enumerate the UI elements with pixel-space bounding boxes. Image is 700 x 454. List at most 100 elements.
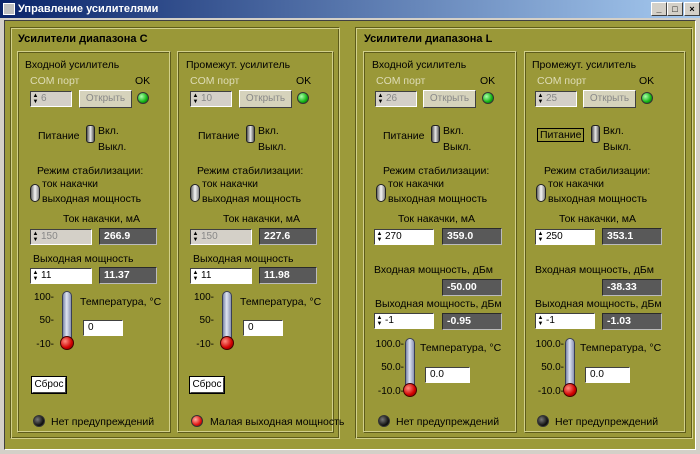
ok-led	[641, 92, 653, 104]
output-power-label: Выходная мощность	[33, 253, 134, 265]
power-switch[interactable]	[591, 125, 600, 143]
window-title: Управление усилителями	[18, 3, 159, 15]
power-off-label: Выкл.	[603, 141, 632, 153]
open-button[interactable]: Открыть	[423, 90, 476, 108]
mode-outpow-label: выходная мощность	[548, 193, 648, 205]
mode-label: Режим стабилизации:	[544, 165, 651, 177]
thermo-tick-minus10: -10.0-	[377, 386, 404, 397]
temperature-label: Температура, °С	[240, 296, 322, 308]
input-power-display: -50.00	[442, 279, 502, 296]
app-icon	[3, 3, 15, 15]
temperature-value: 0	[243, 320, 283, 336]
close-button[interactable]: ×	[684, 2, 700, 16]
power-on-label: Вкл.	[258, 125, 279, 137]
thermo-tick-50: 50.0-	[381, 362, 404, 373]
thermometer	[62, 291, 72, 339]
reset-button[interactable]: Сброс	[190, 377, 224, 393]
mode-pump-label: ток накачки	[548, 178, 605, 190]
open-button[interactable]: Открыть	[583, 90, 636, 108]
mode-switch[interactable]	[536, 184, 546, 202]
mode-pump-label: ток накачки	[388, 178, 445, 190]
status-text: Нет предупреждений	[396, 416, 500, 428]
status-text: Нет предупреждений	[555, 416, 659, 428]
output-power-spinner[interactable]: ▲ ▼ -1	[535, 313, 595, 329]
mode-label: Режим стабилизации:	[383, 165, 490, 177]
output-power-spinner[interactable]: ▲ ▼ 11	[30, 268, 92, 284]
output-power-label: Выходная мощность	[193, 253, 294, 265]
thermo-tick-minus10: -10.0-	[537, 386, 564, 397]
com-port-label: COM порт	[537, 75, 587, 87]
thermo-tick-minus10: -10-	[196, 339, 214, 350]
reset-button[interactable]: Сброс	[32, 377, 66, 393]
input-power-label: Входная мощность, дБм	[374, 264, 493, 276]
com-port-label: COM порт	[376, 75, 426, 87]
power-off-label: Выкл.	[98, 141, 127, 153]
power-switch[interactable]	[431, 125, 440, 143]
power-switch[interactable]	[246, 125, 255, 143]
group-band-c-title: Усилители диапазона C	[18, 33, 148, 45]
power-label: Питание	[198, 130, 240, 142]
com-port-spinner[interactable]: ▲ ▼ 26	[375, 91, 417, 107]
panel-title: Промежут. усилитель	[532, 59, 637, 71]
temperature-label: Температура, °С	[580, 342, 662, 354]
com-port-spinner[interactable]: ▲ ▼ 25	[535, 91, 577, 107]
com-port-spinner[interactable]: ▲ ▼ 6	[30, 91, 72, 107]
thermo-tick-50: 50.0-	[541, 362, 564, 373]
temperature-value: 0.0	[585, 367, 630, 383]
output-power-spinner[interactable]: ▲ ▼ -1	[374, 313, 434, 329]
status-led	[378, 415, 390, 427]
open-button[interactable]: Открыть	[79, 90, 132, 108]
pump-current-spinner[interactable]: ▲ ▼ 270	[374, 229, 434, 245]
panel-title: Промежут. усилитель	[186, 59, 291, 71]
mode-label: Режим стабилизации:	[197, 165, 304, 177]
status-text: Малая выходная мощность	[210, 416, 345, 428]
minimize-button[interactable]: _	[651, 2, 667, 16]
output-power-display: -0.95	[442, 313, 502, 330]
thermo-tick-100: 100.0-	[375, 339, 404, 350]
pump-current-display: 353.1	[602, 228, 662, 245]
thermo-tick-minus10: -10-	[36, 339, 54, 350]
status-led	[537, 415, 549, 427]
mode-pump-label: ток накачки	[42, 178, 99, 190]
status-led	[191, 415, 203, 427]
power-switch[interactable]	[86, 125, 95, 143]
thermometer	[565, 338, 575, 386]
output-power-spinner[interactable]: ▲ ▼ 11	[190, 268, 252, 284]
input-power-label: Входная мощность, дБм	[535, 264, 654, 276]
open-button[interactable]: Открыть	[239, 90, 292, 108]
input-power-display: -38.33	[602, 279, 662, 296]
status-led	[33, 415, 45, 427]
pump-current-label: Ток накачки, мА	[63, 213, 141, 225]
mode-outpow-label: выходная мощность	[42, 193, 142, 205]
thermometer-bulb	[563, 383, 577, 397]
output-power-label: Выходная мощность, дБм	[535, 298, 662, 310]
output-power-display: 11.37	[99, 267, 157, 284]
ok-led	[137, 92, 149, 104]
power-label: Питание	[383, 130, 425, 142]
thermo-tick-50: 50-	[39, 315, 54, 326]
pump-current-display: 227.6	[259, 228, 317, 245]
thermometer-bulb	[220, 336, 234, 350]
mode-switch[interactable]	[376, 184, 386, 202]
temperature-value: 0.0	[425, 367, 470, 383]
thermometer-bulb	[60, 336, 74, 350]
pump-current-spinner[interactable]: ▲ ▼ 150	[30, 229, 92, 245]
thermo-tick-50: 50-	[199, 315, 214, 326]
maximize-button[interactable]: □	[667, 2, 683, 16]
ok-label: OK	[480, 75, 496, 87]
mode-label: Режим стабилизации:	[37, 165, 144, 177]
power-off-label: Выкл.	[443, 141, 472, 153]
group-band-l-title: Усилители диапазона L	[364, 33, 493, 45]
pump-current-spinner[interactable]: ▲ ▼ 150	[190, 229, 252, 245]
thermometer-bulb	[403, 383, 417, 397]
mode-outpow-label: выходная мощность	[202, 193, 302, 205]
power-label: Питание	[38, 130, 80, 142]
com-port-spinner[interactable]: ▲ ▼ 10	[190, 91, 232, 107]
mode-switch[interactable]	[190, 184, 200, 202]
ok-label: OK	[296, 75, 312, 87]
thermo-tick-100: 100-	[33, 292, 54, 303]
pump-current-spinner[interactable]: ▲ ▼ 250	[535, 229, 595, 245]
mode-switch[interactable]	[30, 184, 40, 202]
thermo-tick-100: 100-	[193, 292, 214, 303]
window-titlebar: Управление усилителями	[0, 0, 700, 18]
